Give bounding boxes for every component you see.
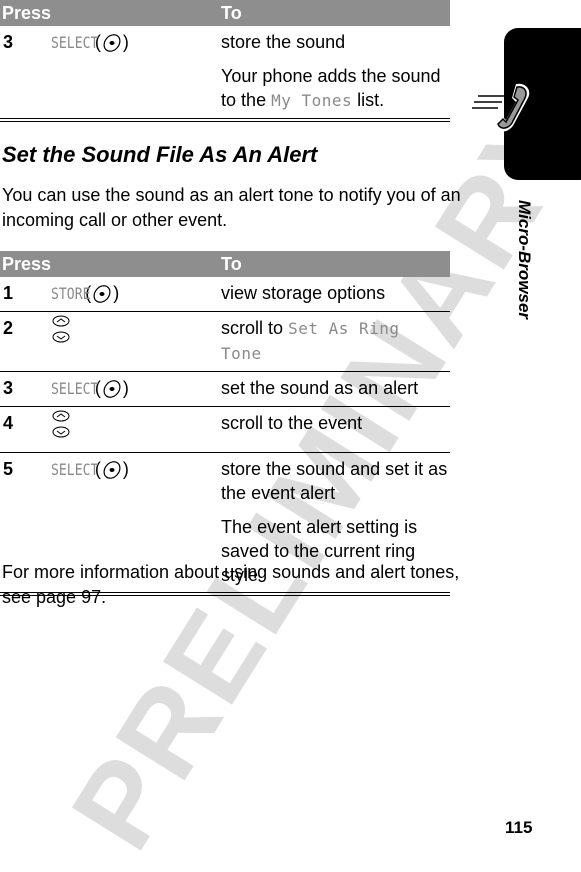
table-row: 4 scroll to the event	[0, 406, 450, 453]
step-description: scroll to the event	[221, 406, 450, 453]
page-content: Press To 3 SELECT() store the sound Your…	[0, 0, 461, 607]
column-header-press: Press	[0, 0, 52, 26]
center-select-key-icon	[93, 285, 111, 304]
phone-handset-icon	[472, 83, 530, 132]
step-key: STORE()	[51, 277, 222, 312]
step-number: 3	[0, 26, 52, 122]
step-number: 1	[0, 277, 52, 312]
center-select-key-icon	[103, 380, 121, 399]
softkey-label: SELECT	[51, 379, 99, 398]
page-number: 115	[505, 818, 533, 837]
scroll-up-down-icon	[52, 315, 70, 343]
step-key: SELECT()	[51, 26, 222, 122]
step-description: set the sound as an alert	[221, 371, 450, 407]
chapter-label: Micro-Browser	[515, 200, 534, 320]
softkey-label: SELECT	[51, 460, 99, 479]
center-select-key-icon	[103, 461, 121, 480]
step-number: 4	[0, 406, 52, 453]
section-title: Set the Sound File As An Alert	[2, 142, 318, 167]
table-row: 3 SELECT() store the sound Your phone ad…	[0, 26, 450, 122]
intro-paragraph: You can use the sound as an alert tone t…	[2, 185, 461, 230]
steps-table-continued: Press To 3 SELECT() store the sound Your…	[0, 0, 450, 122]
table-row: 2 scroll to Set As Ring Tone	[0, 311, 450, 372]
steps-table: Press To 1 STORE() view storage options …	[0, 251, 450, 596]
softkey-label: SELECT	[51, 33, 99, 52]
step-number: 3	[0, 371, 52, 407]
column-header-to: To	[221, 251, 450, 277]
step-description: store the sound Your phone adds the soun…	[221, 26, 450, 122]
outro-paragraph: For more information about using sounds …	[2, 562, 460, 607]
softkey-label: STORE	[51, 284, 91, 303]
table-row: 3 SELECT() set the sound as an alert	[0, 371, 450, 407]
step-description: view storage options	[221, 277, 450, 312]
step-number: 2	[0, 311, 52, 372]
column-header-to: To	[221, 0, 450, 26]
center-select-key-icon	[103, 34, 121, 53]
scroll-up-down-icon	[52, 410, 70, 438]
step-key: SELECT()	[51, 371, 222, 407]
column-header-press: Press	[0, 251, 52, 277]
step-description: scroll to Set As Ring Tone	[221, 311, 450, 372]
step-key	[51, 406, 222, 453]
step-key	[51, 311, 222, 372]
display-text: My Tones	[271, 91, 353, 110]
table-row: 1 STORE() view storage options	[0, 277, 450, 312]
